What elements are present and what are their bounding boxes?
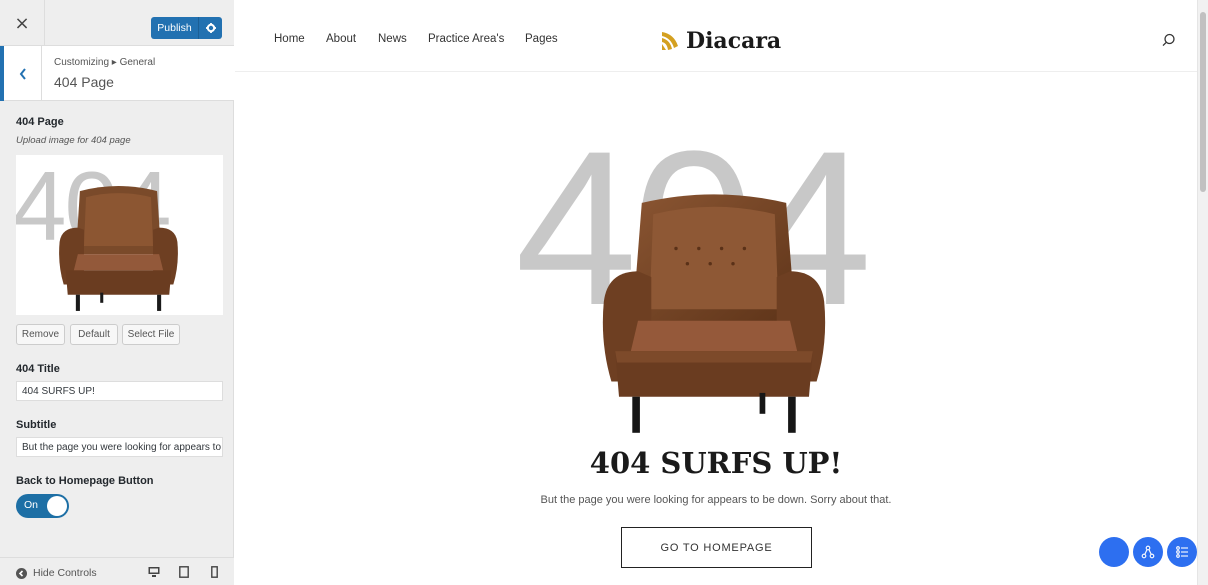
armchair-image xyxy=(602,194,826,433)
home-button-field-label: Back to Homepage Button xyxy=(16,475,154,487)
publish-button[interactable]: Publish xyxy=(151,17,199,39)
subtitle-input[interactable]: But the page you were looking for appear… xyxy=(16,437,223,457)
section-title: 404 Page xyxy=(54,74,114,90)
nav-pages[interactable]: Pages xyxy=(525,33,558,45)
nav-home[interactable]: Home xyxy=(274,33,305,45)
image-field-description: Upload image for 404 page xyxy=(16,135,131,146)
publish-button-group: Publish xyxy=(151,17,222,39)
collapse-icon xyxy=(16,567,27,579)
list-icon xyxy=(1176,546,1188,558)
nav-news[interactable]: News xyxy=(378,33,407,45)
search-icon[interactable] xyxy=(1162,33,1176,47)
toggle-state-label: On xyxy=(24,499,39,511)
error-subtitle: But the page you were looking for appear… xyxy=(540,494,892,506)
toggle-knob xyxy=(47,496,67,516)
site-header: Home About News Practice Area's Pages Di… xyxy=(235,0,1197,72)
logo-text: Diacara xyxy=(686,28,782,54)
error-title: 404 SURFS UP! xyxy=(589,446,843,480)
hide-controls-button[interactable]: Hide Controls xyxy=(16,567,97,579)
list-fab-button[interactable] xyxy=(1167,537,1197,567)
nav-practice-areas[interactable]: Practice Area's xyxy=(428,33,504,45)
select-file-button[interactable]: Select File xyxy=(122,324,180,345)
image-preview: 404 xyxy=(16,155,223,315)
logo-mark-icon xyxy=(662,32,678,50)
hide-controls-label: Hide Controls xyxy=(33,567,97,579)
title-field-label: 404 Title xyxy=(16,363,60,375)
subtitle-field-label: Subtitle xyxy=(16,419,57,431)
nav-about[interactable]: About xyxy=(326,33,356,45)
title-input[interactable]: 404 SURFS UP! xyxy=(16,381,223,401)
network-icon xyxy=(1141,545,1155,559)
home-button-toggle[interactable]: On xyxy=(16,494,69,518)
go-to-homepage-button[interactable]: GO TO HOMEPAGE xyxy=(621,527,812,568)
breadcrumb: Customizing ▸ General xyxy=(54,57,156,68)
desktop-preview-icon[interactable] xyxy=(148,566,160,578)
scrollbar-thumb[interactable] xyxy=(1200,12,1206,192)
section-header: Customizing ▸ General 404 Page xyxy=(0,46,234,101)
floating-action-button[interactable] xyxy=(1099,537,1129,567)
network-fab-button[interactable] xyxy=(1133,537,1163,567)
close-customizer-button[interactable]: × xyxy=(0,0,45,46)
publish-settings-button[interactable] xyxy=(199,17,222,39)
site-preview: Home About News Practice Area's Pages Di… xyxy=(235,0,1197,585)
mobile-preview-icon[interactable] xyxy=(211,566,218,578)
back-button[interactable] xyxy=(0,46,42,101)
default-image-button[interactable]: Default xyxy=(70,324,118,345)
customizer-sidebar: × Publish Customizing ▸ General 404 Page xyxy=(0,0,234,585)
tablet-preview-icon[interactable] xyxy=(179,566,189,578)
image-field-label: 404 Page xyxy=(16,116,64,128)
remove-image-button[interactable]: Remove xyxy=(16,324,65,345)
customizer-header: × Publish xyxy=(0,0,234,46)
customizer-footer: Hide Controls xyxy=(0,557,234,585)
preview-scrollbar[interactable] xyxy=(1197,0,1208,585)
chevron-left-icon xyxy=(19,67,26,80)
gear-icon xyxy=(205,23,216,33)
site-logo[interactable]: Diacara xyxy=(660,28,781,54)
armchair-thumbnail xyxy=(59,186,178,311)
